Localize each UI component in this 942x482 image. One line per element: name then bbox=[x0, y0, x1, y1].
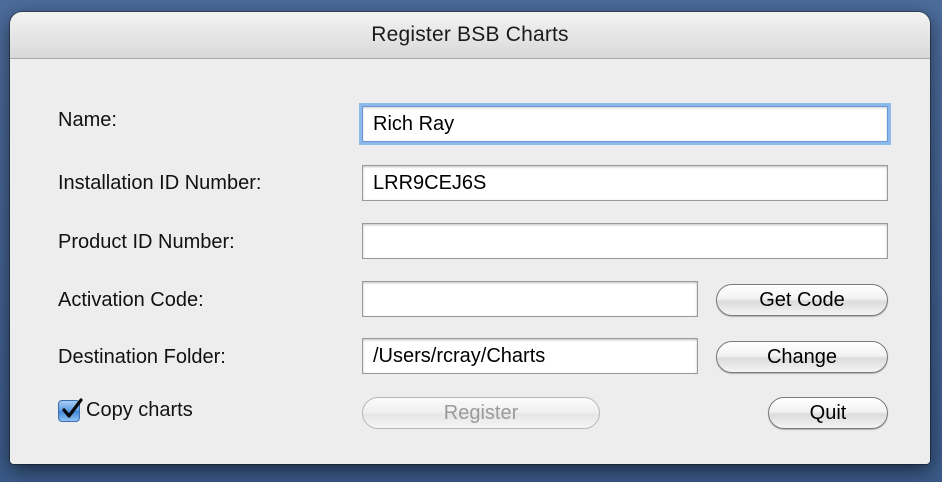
change-button[interactable]: Change bbox=[716, 341, 888, 373]
destination-folder-label: Destination Folder: bbox=[58, 346, 226, 368]
product-id-label: Product ID Number: bbox=[58, 231, 235, 253]
installation-id-field[interactable]: LRR9CEJ6S bbox=[362, 165, 888, 201]
destination-folder-field[interactable]: /Users/rcray/Charts bbox=[362, 338, 698, 374]
window-titlebar[interactable]: Register BSB Charts bbox=[10, 12, 930, 59]
name-label: Name: bbox=[58, 109, 117, 131]
activation-code-label: Activation Code: bbox=[58, 289, 204, 311]
name-field[interactable]: Rich Ray bbox=[362, 106, 888, 142]
checkbox-checked-icon[interactable] bbox=[58, 397, 83, 422]
installation-id-label: Installation ID Number: bbox=[58, 172, 262, 194]
copy-charts-label: Copy charts bbox=[86, 399, 193, 421]
activation-code-field[interactable] bbox=[362, 281, 698, 317]
copy-charts-checkbox[interactable]: Copy charts bbox=[58, 397, 193, 422]
product-id-field[interactable] bbox=[362, 223, 888, 259]
form-content: Name: Rich Ray Installation ID Number: L… bbox=[10, 59, 930, 464]
register-button[interactable]: Register bbox=[362, 397, 600, 429]
register-window: Register BSB Charts Name: Rich Ray Insta… bbox=[10, 12, 930, 464]
get-code-button[interactable]: Get Code bbox=[716, 284, 888, 316]
window-title: Register BSB Charts bbox=[371, 23, 569, 46]
quit-button[interactable]: Quit bbox=[768, 397, 888, 429]
